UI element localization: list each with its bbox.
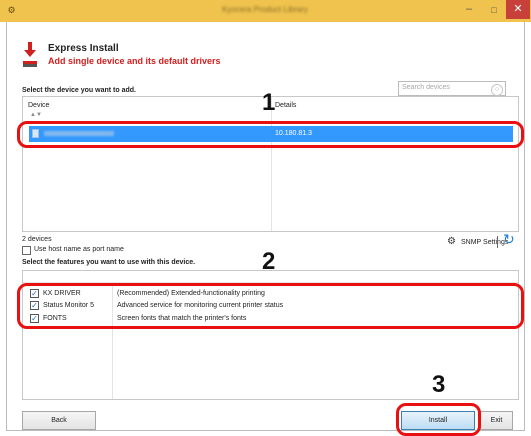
column-header-device[interactable]: Device	[28, 102, 49, 109]
maximize-button[interactable]: □	[483, 1, 505, 19]
annotation-number-2: 2	[262, 248, 276, 275]
download-arrow-icon	[23, 42, 37, 67]
search-placeholder: Search devices	[402, 84, 450, 91]
refresh-icon[interactable]: ↻	[503, 231, 515, 248]
search-icon[interactable]: ○	[491, 84, 503, 96]
page-subtitle: Add single device and its default driver…	[48, 56, 221, 66]
exit-button[interactable]: Exit	[480, 411, 513, 430]
annotation-box-2	[17, 283, 524, 329]
host-name-checkbox[interactable]	[22, 246, 31, 255]
column-divider	[271, 97, 272, 231]
device-section-label: Select the device you want to add.	[22, 87, 136, 94]
search-input[interactable]: Search devices ○	[398, 81, 506, 96]
snmp-settings-button[interactable]: SNMP Settings	[461, 239, 508, 246]
page-title: Express Install	[48, 43, 119, 54]
annotation-number-3: 3	[432, 371, 446, 398]
minimize-button[interactable]: –	[456, 1, 482, 19]
annotation-box-3	[396, 403, 481, 436]
column-header-details[interactable]: Details	[275, 102, 296, 109]
snmp-gear-icon[interactable]: ⚙	[447, 236, 456, 247]
gear-icon: ⚙	[7, 5, 16, 15]
close-button[interactable]: ✕	[506, 0, 530, 19]
sort-icon: ▲▼	[30, 112, 42, 118]
features-section-label: Select the features you want to use with…	[22, 259, 196, 266]
annotation-box-1	[17, 121, 524, 148]
annotation-number-1: 1	[262, 89, 276, 116]
window-title: Kyocera Product Library	[222, 5, 308, 14]
title-bar: ⚙ Kyocera Product Library – □ ✕	[0, 0, 531, 22]
back-button[interactable]: Back	[22, 411, 96, 430]
host-name-checkbox-label[interactable]: Use host name as port name	[34, 246, 124, 253]
device-count: 2 devices	[22, 236, 52, 243]
toolbar-separator	[497, 236, 498, 248]
